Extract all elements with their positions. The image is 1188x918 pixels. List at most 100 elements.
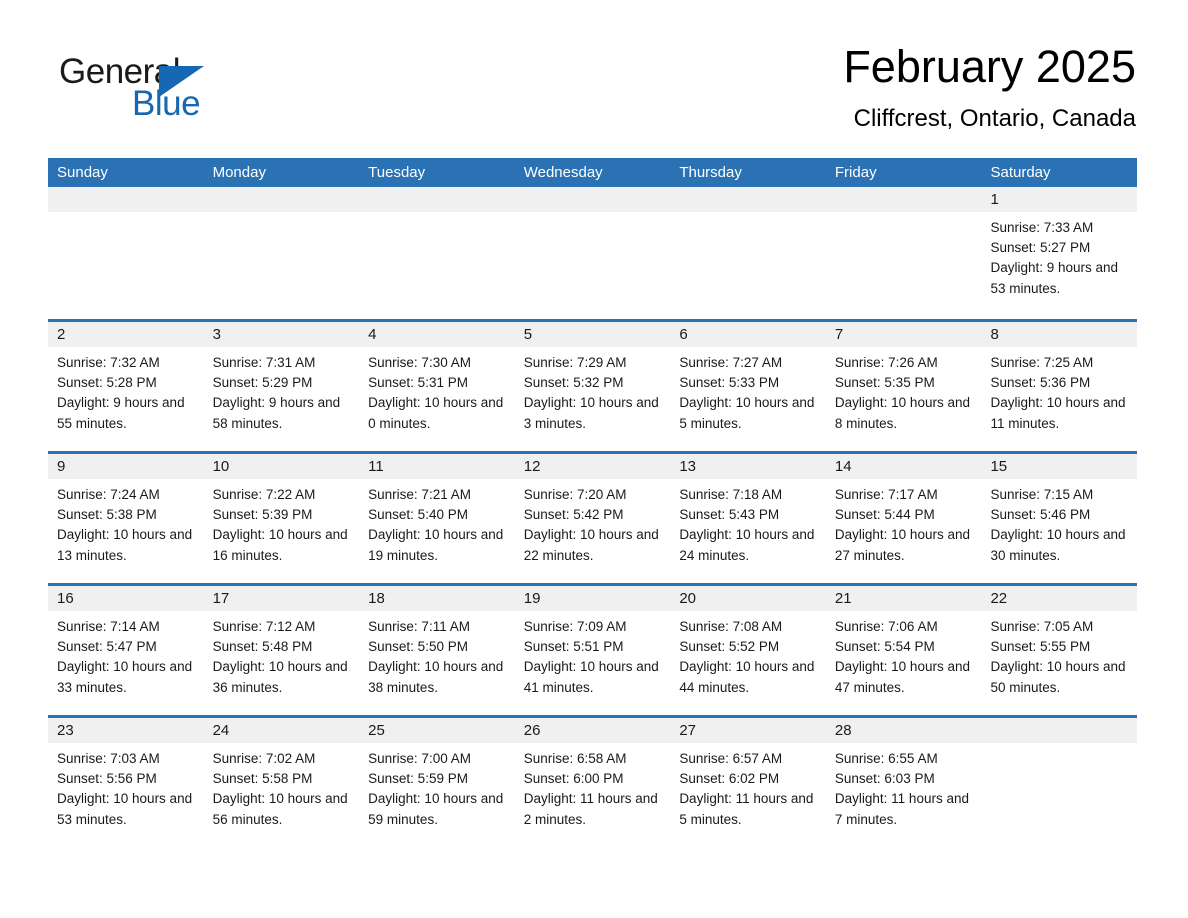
calendar-day-cell[interactable]: 16 Sunrise: 7:14 AM Sunset: 5:47 PM Dayligh… bbox=[48, 586, 204, 715]
calendar-day-cell[interactable]: 21 Sunrise: 7:06 AM Sunset: 5:54 PM Dayligh… bbox=[825, 586, 982, 715]
day-number-band: 15 bbox=[981, 454, 1138, 479]
sunset-text: Sunset: 5:58 PM bbox=[212, 771, 313, 787]
day-details: Sunrise: 7:05 AM Sunset: 5:55 PM Daylight:… bbox=[981, 611, 1137, 698]
page-header: General Blue February 2025 Cliffcrest, O… bbox=[48, 40, 1136, 148]
daylight-text: Daylight: 10 hours and 19 minutes. bbox=[368, 527, 504, 563]
day-number: 22 bbox=[990, 590, 1008, 607]
daylight-text: Daylight: 10 hours and 53 minutes. bbox=[57, 791, 193, 827]
day-number-band: 5 bbox=[514, 322, 671, 347]
daylight-text: Daylight: 11 hours and 7 minutes. bbox=[834, 791, 969, 827]
day-details: Sunrise: 7:26 AM Sunset: 5:35 PM Daylight:… bbox=[826, 347, 982, 434]
calendar-day-cell[interactable]: 27 Sunrise: 6:57 AM Sunset: 6:02 PM Dayligh… bbox=[670, 718, 826, 847]
sunrise-text: Sunrise: 7:09 AM bbox=[523, 619, 627, 634]
day-number: 9 bbox=[57, 458, 66, 475]
calendar-day-cell[interactable]: 24 Sunrise: 7:02 AM Sunset: 5:58 PM Dayligh… bbox=[203, 718, 360, 847]
calendar-day-cell-empty bbox=[203, 187, 360, 319]
calendar-day-cell[interactable]: 19 Sunrise: 7:09 AM Sunset: 5:51 PM Dayligh… bbox=[514, 586, 671, 715]
day-number: 23 bbox=[57, 722, 74, 739]
day-number-band: 12 bbox=[514, 454, 671, 479]
day-number: 15 bbox=[990, 458, 1008, 475]
logo-text-blue: Blue bbox=[132, 84, 201, 123]
calendar-day-cell[interactable]: 7 Sunrise: 7:26 AM Sunset: 5:35 PM Daylight… bbox=[825, 322, 982, 451]
calendar-day-cell[interactable]: 11 Sunrise: 7:21 AM Sunset: 5:40 PM Dayligh… bbox=[359, 454, 515, 583]
calendar-day-cell[interactable]: 23 Sunrise: 7:03 AM Sunset: 5:56 PM Dayligh… bbox=[48, 718, 204, 847]
day-number-band: 2 bbox=[48, 322, 204, 347]
day-details: Sunrise: 7:22 AM Sunset: 5:39 PM Daylight:… bbox=[204, 479, 360, 566]
calendar-day-cell[interactable]: 4 Sunrise: 7:30 AM Sunset: 5:31 PM Daylight… bbox=[359, 322, 515, 451]
day-number-band bbox=[203, 187, 360, 212]
sunrise-text: Sunrise: 7:11 AM bbox=[368, 619, 470, 634]
day-details: Sunrise: 7:06 AM Sunset: 5:54 PM Daylight:… bbox=[826, 611, 982, 698]
page-title: February 2025 bbox=[843, 41, 1136, 92]
calendar-day-cell[interactable]: 12 Sunrise: 7:20 AM Sunset: 5:42 PM Dayligh… bbox=[514, 454, 671, 583]
sunrise-text: Sunrise: 6:57 AM bbox=[679, 751, 783, 766]
calendar-day-cell[interactable]: 1 Sunrise: 7:33 AM Sunset: 5:27 PM Daylight… bbox=[981, 187, 1138, 319]
weekday-header-saturday: Saturday bbox=[990, 164, 1051, 181]
day-number-band: 16 bbox=[48, 586, 204, 611]
weekday-header-monday: Monday bbox=[212, 164, 266, 181]
day-number-band bbox=[670, 187, 826, 212]
calendar-day-cell[interactable]: 18 Sunrise: 7:11 AM Sunset: 5:50 PM Dayligh… bbox=[359, 586, 515, 715]
sunset-text: Sunset: 5:48 PM bbox=[212, 639, 313, 655]
day-details: Sunrise: 6:57 AM Sunset: 6:02 PM Daylight:… bbox=[670, 743, 826, 830]
calendar-week-row: 1 Sunrise: 7:33 AM Sunset: 5:27 PM Daylight… bbox=[48, 187, 1138, 319]
calendar-day-cell[interactable]: 13 Sunrise: 7:18 AM Sunset: 5:43 PM Dayligh… bbox=[670, 454, 826, 583]
day-details: Sunrise: 7:24 AM Sunset: 5:38 PM Daylight:… bbox=[48, 479, 204, 566]
daylight-text: Daylight: 10 hours and 11 minutes. bbox=[990, 395, 1126, 431]
sunset-text: Sunset: 5:50 PM bbox=[368, 639, 468, 655]
sunrise-text: Sunrise: 7:22 AM bbox=[212, 487, 316, 502]
day-number: 8 bbox=[990, 326, 999, 343]
day-number: 25 bbox=[368, 722, 385, 739]
calendar-week-row: 2 Sunrise: 7:32 AM Sunset: 5:28 PM Daylight… bbox=[48, 319, 1138, 451]
day-details: Sunrise: 7:20 AM Sunset: 5:42 PM Daylight:… bbox=[515, 479, 671, 566]
daylight-text: Daylight: 9 hours and 58 minutes. bbox=[212, 395, 341, 431]
sunrise-text: Sunrise: 7:08 AM bbox=[679, 619, 783, 634]
calendar-day-cell[interactable]: 14 Sunrise: 7:17 AM Sunset: 5:44 PM Dayligh… bbox=[825, 454, 982, 583]
daylight-text: Daylight: 9 hours and 55 minutes. bbox=[57, 395, 185, 431]
day-number: 26 bbox=[523, 722, 541, 739]
day-number-band: 19 bbox=[514, 586, 671, 611]
calendar-day-cell[interactable]: 28 Sunrise: 6:55 AM Sunset: 6:03 PM Dayligh… bbox=[825, 718, 982, 847]
calendar-day-cell[interactable]: 22 Sunrise: 7:05 AM Sunset: 5:55 PM Dayligh… bbox=[981, 586, 1138, 715]
sunrise-text: Sunrise: 7:18 AM bbox=[679, 487, 783, 502]
calendar-day-cell[interactable]: 20 Sunrise: 7:08 AM Sunset: 5:52 PM Dayligh… bbox=[670, 586, 826, 715]
daylight-text: Daylight: 10 hours and 41 minutes. bbox=[523, 659, 659, 695]
daylight-text: Daylight: 10 hours and 24 minutes. bbox=[679, 527, 815, 563]
daylight-text: Daylight: 10 hours and 33 minutes. bbox=[57, 659, 193, 695]
day-details: Sunrise: 7:33 AM Sunset: 5:27 PM Daylight:… bbox=[981, 212, 1137, 299]
calendar-day-cell[interactable]: 10 Sunrise: 7:22 AM Sunset: 5:39 PM Dayligh… bbox=[203, 454, 360, 583]
day-number-band: 13 bbox=[670, 454, 826, 479]
daylight-text: Daylight: 10 hours and 22 minutes. bbox=[523, 527, 659, 563]
general-blue-logo: General Blue bbox=[59, 52, 259, 132]
sunrise-text: Sunrise: 7:26 AM bbox=[834, 355, 938, 370]
day-details: Sunrise: 7:17 AM Sunset: 5:44 PM Daylight:… bbox=[826, 479, 982, 566]
calendar-day-cell[interactable]: 2 Sunrise: 7:32 AM Sunset: 5:28 PM Daylight… bbox=[48, 322, 204, 451]
sunrise-text: Sunrise: 7:06 AM bbox=[834, 619, 938, 634]
calendar-day-cell[interactable]: 9 Sunrise: 7:24 AM Sunset: 5:38 PM Daylight… bbox=[48, 454, 204, 583]
title-block: February 2025 Cliffcrest, Ontario, Canad… bbox=[843, 40, 1136, 134]
daylight-text: Daylight: 10 hours and 27 minutes. bbox=[834, 527, 970, 563]
calendar-day-cell[interactable]: 6 Sunrise: 7:27 AM Sunset: 5:33 PM Daylight… bbox=[670, 322, 826, 451]
calendar-day-cell-empty bbox=[48, 187, 204, 319]
calendar-day-cell[interactable]: 5 Sunrise: 7:29 AM Sunset: 5:32 PM Daylight… bbox=[514, 322, 671, 451]
day-details: Sunrise: 6:55 AM Sunset: 6:03 PM Daylight:… bbox=[826, 743, 982, 830]
sunrise-text: Sunrise: 7:29 AM bbox=[523, 355, 627, 370]
day-number: 21 bbox=[834, 590, 852, 607]
calendar-day-cell[interactable]: 15 Sunrise: 7:15 AM Sunset: 5:46 PM Dayligh… bbox=[981, 454, 1138, 583]
daylight-text: Daylight: 10 hours and 59 minutes. bbox=[368, 791, 504, 827]
calendar-day-cell[interactable]: 8 Sunrise: 7:25 AM Sunset: 5:36 PM Daylight… bbox=[981, 322, 1138, 451]
day-number-band bbox=[981, 718, 1138, 743]
calendar-day-cell[interactable]: 3 Sunrise: 7:31 AM Sunset: 5:29 PM Daylight… bbox=[203, 322, 360, 451]
calendar-day-cell[interactable]: 25 Sunrise: 7:00 AM Sunset: 5:59 PM Dayligh… bbox=[359, 718, 515, 847]
daylight-text: Daylight: 10 hours and 38 minutes. bbox=[368, 659, 504, 695]
daylight-text: Daylight: 10 hours and 8 minutes. bbox=[834, 395, 970, 431]
calendar-day-cell[interactable]: 26 Sunrise: 6:58 AM Sunset: 6:00 PM Dayligh… bbox=[514, 718, 671, 847]
day-number-band bbox=[825, 187, 982, 212]
sunset-text: Sunset: 5:43 PM bbox=[679, 507, 780, 523]
sunrise-text: Sunrise: 7:25 AM bbox=[990, 355, 1094, 370]
calendar-day-cell[interactable]: 17 Sunrise: 7:12 AM Sunset: 5:48 PM Dayligh… bbox=[203, 586, 360, 715]
day-details: Sunrise: 7:03 AM Sunset: 5:56 PM Daylight:… bbox=[48, 743, 204, 830]
calendar-weeks: 1 Sunrise: 7:33 AM Sunset: 5:27 PM Daylight… bbox=[48, 187, 1138, 847]
day-details: Sunrise: 7:00 AM Sunset: 5:59 PM Daylight:… bbox=[359, 743, 515, 830]
sunrise-text: Sunrise: 6:55 AM bbox=[834, 751, 938, 766]
